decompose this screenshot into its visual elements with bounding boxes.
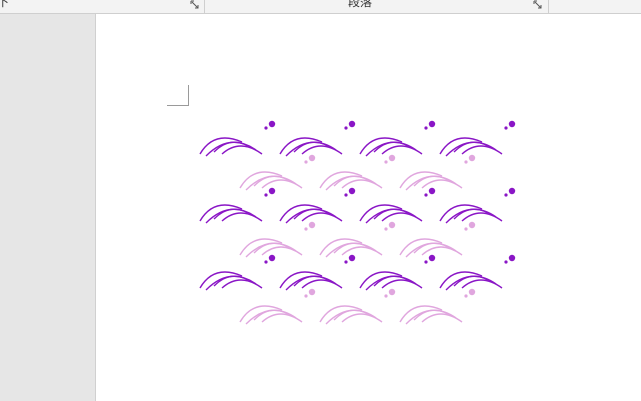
dark-wave-motif: [279, 120, 356, 157]
light-wave-motif: [319, 288, 396, 325]
dark-wave-motif: [359, 187, 436, 224]
dark-wave-motif: [279, 187, 356, 224]
dark-wave-motif: [359, 254, 436, 291]
light-wave-motif: [399, 154, 476, 191]
dark-wave-motif: [439, 254, 516, 291]
dark-wave-motif: [439, 187, 516, 224]
light-wave-motif: [239, 288, 316, 325]
dark-wave-motif: [359, 120, 436, 157]
light-wave-motif: [319, 154, 396, 191]
light-wave-motif: [239, 221, 316, 258]
dark-wave-motif: [439, 120, 516, 157]
light-wave-motif: [399, 288, 476, 325]
light-wave-motif: [399, 221, 476, 258]
dark-wave-motif: [279, 254, 356, 291]
dark-wave-motif: [199, 120, 276, 157]
dark-wave-motif: [199, 254, 276, 291]
light-wave-motif: [319, 221, 396, 258]
light-wave-motif: [239, 154, 316, 191]
wave-pattern-image[interactable]: [0, 0, 641, 401]
dark-wave-motif: [199, 187, 276, 224]
